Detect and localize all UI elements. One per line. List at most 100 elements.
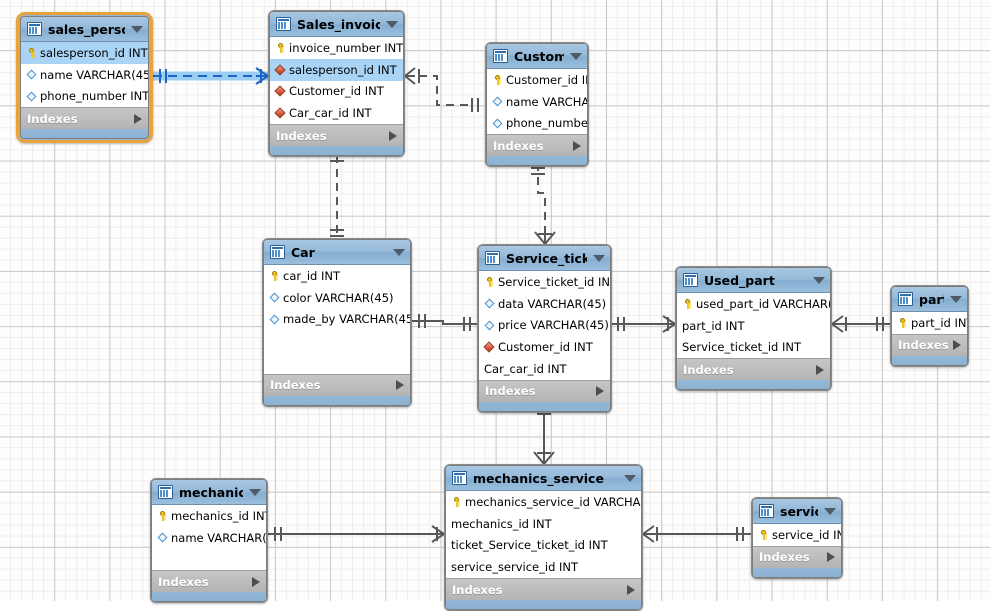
- chevron-down-icon[interactable]: [249, 488, 261, 496]
- chevron-down-icon[interactable]: [824, 507, 836, 515]
- indexes-section-customer[interactable]: Indexes: [487, 134, 587, 157]
- column-label: color VARCHAR(45): [283, 290, 394, 305]
- indexes-section-part[interactable]: Indexes: [892, 333, 967, 356]
- column-row[interactable]: salesperson_id INT: [21, 42, 148, 64]
- relationship-sales-invoice-customer[interactable]: [404, 67, 479, 112]
- indexes-section-sales_invoice[interactable]: Indexes: [270, 124, 403, 147]
- table-header-sales_person[interactable]: sales_person: [21, 17, 148, 42]
- eer-diagram-canvas[interactable]: sales_person salesperson_id INT name VARCH…: [0, 0, 990, 611]
- expand-triangle-icon[interactable]: [389, 130, 397, 141]
- column-row[interactable]: Car_car_id INT: [479, 358, 610, 380]
- expand-triangle-icon[interactable]: [134, 113, 142, 124]
- chevron-down-icon[interactable]: [570, 52, 582, 60]
- indexes-section-mechanics[interactable]: Indexes: [152, 570, 266, 593]
- table-part[interactable]: part part_id INT Indexes: [890, 285, 969, 367]
- indexes-section-mechanics_service[interactable]: Indexes: [446, 578, 641, 601]
- relationship-sales-invoice-car[interactable]: [330, 155, 344, 238]
- indexes-section-used_part[interactable]: Indexes: [677, 358, 830, 381]
- table-mechanics[interactable]: mechanics mechanics_id INT name VARCHAR(45…: [150, 478, 268, 604]
- column-row[interactable]: car_id INT: [264, 265, 410, 287]
- expand-triangle-icon[interactable]: [627, 584, 635, 595]
- column-row[interactable]: Service_ticket_id INT: [479, 271, 610, 293]
- table-frame: mechanics mechanics_id INT name VARCHAR(45…: [151, 479, 267, 603]
- indexes-section-sales_person[interactable]: Indexes: [21, 107, 148, 130]
- table-sales_invoice[interactable]: Sales_invoice invoice_number INT salespers…: [268, 10, 405, 158]
- expand-triangle-icon[interactable]: [252, 576, 260, 587]
- column-row[interactable]: ticket_Service_ticket_id INT: [446, 535, 641, 557]
- table-sales_person[interactable]: sales_person salesperson_id INT name VARCH…: [16, 12, 153, 144]
- chevron-down-icon[interactable]: [386, 20, 398, 28]
- table-header-customer[interactable]: Customer: [487, 44, 587, 69]
- table-header-mechanics_service[interactable]: mechanics_service: [446, 466, 641, 491]
- expand-triangle-icon[interactable]: [953, 340, 961, 351]
- chevron-down-icon[interactable]: [131, 25, 143, 33]
- table-frame: mechanics_service mechanics_service_id VA…: [445, 465, 642, 611]
- chevron-down-icon[interactable]: [624, 474, 636, 482]
- column-row[interactable]: name VARCHAR...: [487, 91, 587, 113]
- chevron-down-icon[interactable]: [393, 248, 405, 256]
- column-row[interactable]: price VARCHAR(45): [479, 315, 610, 337]
- column-row[interactable]: name VARCHAR(45): [21, 64, 148, 86]
- table-header-car[interactable]: Car: [264, 240, 410, 265]
- relationship-sales-person-sales-invoice[interactable]: [153, 67, 269, 85]
- column-row[interactable]: made_by VARCHAR(45): [264, 309, 410, 331]
- table-icon: [759, 504, 774, 518]
- column-row[interactable]: name VARCHAR(45): [152, 527, 266, 549]
- table-service[interactable]: service service_id INT Indexes: [751, 497, 843, 579]
- table-footer: [677, 380, 830, 390]
- table-title: mechanics: [179, 484, 243, 500]
- column-row[interactable]: color VARCHAR(45): [264, 287, 410, 309]
- relationship-mechanics-service-service[interactable]: [642, 525, 751, 543]
- table-header-part[interactable]: part: [892, 287, 967, 312]
- column-row[interactable]: service_service_id INT: [446, 556, 641, 578]
- table-car[interactable]: Car car_id INT color VARCHAR(45) made_by VA…: [262, 238, 412, 407]
- expand-triangle-icon[interactable]: [396, 380, 404, 391]
- table-header-used_part[interactable]: Used_part: [677, 268, 830, 293]
- column-row[interactable]: mechanics_service_id VARCHAR(45): [446, 491, 641, 513]
- column-row[interactable]: Service_ticket_id INT: [677, 337, 830, 359]
- table-header-mechanics[interactable]: mechanics: [152, 480, 266, 505]
- column-row[interactable]: Car_car_id INT: [270, 102, 403, 124]
- table-service_ticket[interactable]: Service_ticket Service_ticket_id INT data …: [477, 244, 612, 413]
- relationship-mechanics-mechanics-service[interactable]: [268, 525, 445, 543]
- chevron-down-icon[interactable]: [950, 295, 962, 303]
- relationship-customer-service-ticket[interactable]: [531, 163, 556, 245]
- indexes-section-service[interactable]: Indexes: [753, 545, 841, 568]
- column-row[interactable]: phone_number INT: [21, 86, 148, 108]
- table-header-sales_invoice[interactable]: Sales_invoice: [270, 12, 403, 37]
- table-header-service[interactable]: service: [753, 499, 841, 524]
- relationship-service-ticket-used-part[interactable]: [612, 315, 676, 333]
- column-row[interactable]: invoice_number INT: [270, 37, 403, 59]
- column-row[interactable]: service_id INT: [753, 524, 841, 546]
- relationship-used-part-part[interactable]: [831, 315, 890, 333]
- table-mechanics_service[interactable]: mechanics_service mechanics_service_id VA…: [444, 464, 643, 611]
- column-row[interactable]: Customer_id INT: [487, 69, 587, 91]
- key-icon: [275, 41, 286, 54]
- expand-triangle-icon[interactable]: [816, 364, 824, 375]
- table-customer[interactable]: Customer Customer_id INT name VARCHAR... ph…: [485, 42, 589, 168]
- table-title: sales_person: [48, 21, 125, 37]
- column-row[interactable]: data VARCHAR(45): [479, 293, 610, 315]
- fk-diamond-icon: [275, 107, 286, 120]
- column-row[interactable]: used_part_id VARCHAR(45): [677, 293, 830, 315]
- column-row[interactable]: mechanics_id INT: [446, 513, 641, 535]
- column-row[interactable]: Customer_id INT: [270, 81, 403, 103]
- column-row[interactable]: part_id INT: [892, 312, 967, 334]
- indexes-section-service_ticket[interactable]: Indexes: [479, 379, 610, 402]
- diamond-icon: [26, 68, 37, 81]
- column-row[interactable]: salesperson_id INT: [270, 58, 403, 81]
- relationship-car-service-ticket[interactable]: [412, 314, 477, 331]
- expand-triangle-icon[interactable]: [596, 386, 604, 397]
- expand-triangle-icon[interactable]: [827, 552, 835, 563]
- column-row[interactable]: Customer_id INT: [479, 336, 610, 358]
- chevron-down-icon[interactable]: [593, 254, 605, 262]
- expand-triangle-icon[interactable]: [573, 140, 581, 151]
- fk-diamond-icon: [275, 85, 286, 98]
- table-header-service_ticket[interactable]: Service_ticket: [479, 246, 610, 271]
- column-row[interactable]: phone_number ...: [487, 113, 587, 135]
- indexes-section-car[interactable]: Indexes: [264, 373, 410, 396]
- table-used_part[interactable]: Used_part used_part_id VARCHAR(45) part_id…: [675, 266, 832, 392]
- column-row[interactable]: mechanics_id INT: [152, 505, 266, 527]
- chevron-down-icon[interactable]: [813, 276, 825, 284]
- column-row[interactable]: part_id INT: [677, 315, 830, 337]
